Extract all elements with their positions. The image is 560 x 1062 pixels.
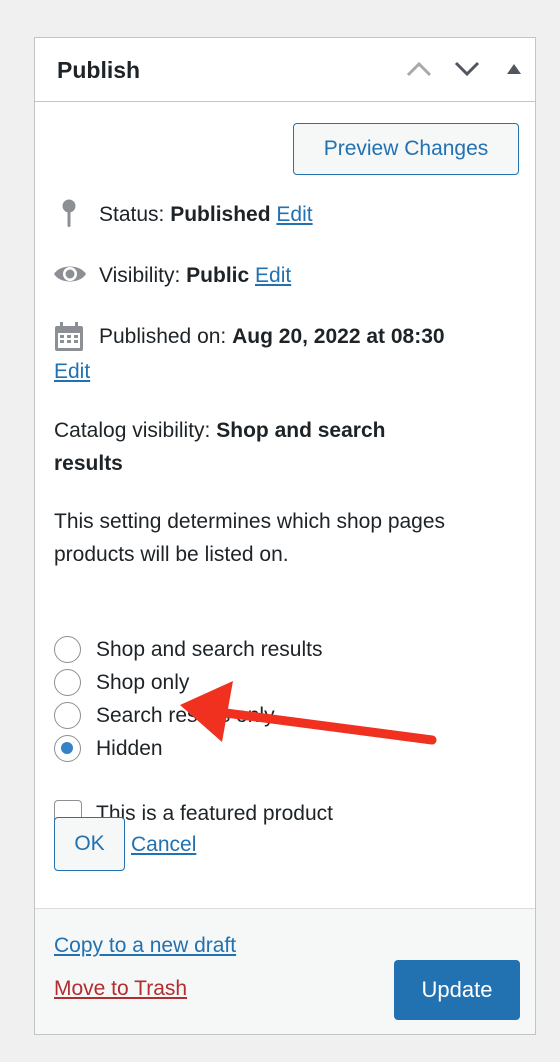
catalog-visibility-value-cont: results	[54, 452, 123, 475]
catalog-description-line-2: products will be listed on.	[54, 543, 289, 566]
published-on-edit-link[interactable]: Edit	[54, 360, 90, 383]
status-label: Status:	[99, 203, 165, 226]
visibility-edit-link[interactable]: Edit	[255, 264, 291, 287]
panel-title: Publish	[57, 57, 141, 83]
published-on-label: Published on:	[99, 325, 227, 348]
radio-label-search-only[interactable]: Search results only	[96, 702, 275, 729]
preview-changes-button[interactable]: Preview Changes	[293, 123, 519, 175]
radio-search-only[interactable]	[54, 702, 81, 729]
published-on-row: Published on: Aug 20, 2022 at 08:30	[99, 320, 445, 353]
published-on-edit-row: Edit	[54, 355, 90, 388]
visibility-row: Visibility: Public Edit	[99, 259, 291, 292]
status-value: Published	[170, 203, 271, 226]
move-down-button[interactable]	[451, 52, 483, 86]
move-up-button[interactable]	[403, 52, 435, 86]
chevron-down-icon	[454, 61, 480, 77]
cancel-link[interactable]: Cancel	[131, 833, 196, 856]
radio-label-hidden[interactable]: Hidden	[96, 735, 163, 762]
radio-label-shop-and-search[interactable]: Shop and search results	[96, 636, 322, 663]
catalog-description-line-1: This setting determines which shop pages	[54, 510, 446, 533]
update-button[interactable]: Update	[394, 960, 520, 1020]
visibility-value: Public	[186, 264, 250, 287]
cancel-row: Cancel	[131, 828, 196, 861]
copy-draft-row: Copy to a new draft	[54, 929, 236, 962]
catalog-visibility-row: Catalog visibility: Shop and search	[54, 414, 385, 447]
panel-header: Publish	[35, 38, 535, 102]
radio-label-shop-only[interactable]: Shop only	[96, 669, 189, 696]
radio-hidden[interactable]	[54, 735, 81, 762]
move-to-trash-link[interactable]: Move to Trash	[54, 977, 187, 1000]
panel-footer: Copy to a new draft Move to Trash Update	[35, 908, 535, 1034]
catalog-visibility-row-2: results	[54, 447, 123, 480]
catalog-visibility-label: Catalog visibility:	[54, 419, 211, 442]
panel-body: Preview Changes Status: Published Edit V…	[35, 102, 535, 908]
radio-shop-and-search[interactable]	[54, 636, 81, 663]
status-edit-link[interactable]: Edit	[276, 203, 312, 226]
catalog-description-2: products will be listed on.	[54, 538, 289, 571]
copy-to-new-draft-link[interactable]: Copy to a new draft	[54, 934, 236, 957]
toggle-panel-button[interactable]	[498, 52, 530, 86]
status-row: Status: Published Edit	[99, 198, 313, 231]
visibility-label: Visibility:	[99, 264, 181, 287]
catalog-description: This setting determines which shop pages	[54, 505, 445, 538]
triangle-up-icon	[507, 64, 521, 74]
catalog-visibility-value: Shop and search	[216, 419, 386, 442]
trash-row: Move to Trash	[54, 972, 187, 1005]
pin-icon	[60, 198, 78, 230]
ok-button[interactable]: OK	[54, 817, 125, 871]
publish-panel: Publish Preview Changes Status: Publishe…	[34, 37, 536, 1035]
featured-checkbox-label[interactable]: This is a featured product	[96, 800, 333, 827]
eye-icon	[53, 262, 87, 286]
published-on-value: Aug 20, 2022 at 08:30	[232, 325, 445, 348]
chevron-up-icon	[406, 61, 432, 77]
radio-shop-only[interactable]	[54, 669, 81, 696]
calendar-icon	[53, 321, 85, 353]
